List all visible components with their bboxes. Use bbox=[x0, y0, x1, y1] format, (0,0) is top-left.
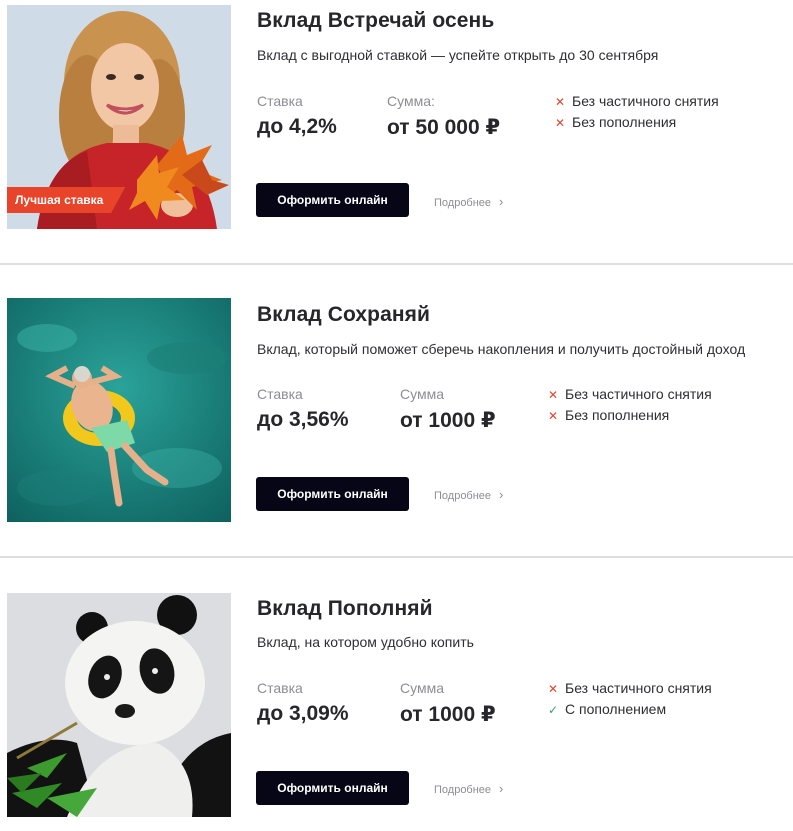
amount-label: Сумма bbox=[400, 386, 444, 402]
more-link[interactable]: Подробнее › bbox=[434, 781, 503, 796]
panda-bamboo-photo[interactable] bbox=[7, 593, 231, 817]
check-icon: ✓ bbox=[547, 703, 559, 717]
amount-value: от 1000 ₽ bbox=[400, 703, 496, 726]
more-label[interactable]: Подробнее bbox=[434, 490, 491, 502]
cross-icon: ✕ bbox=[547, 388, 559, 402]
more-label[interactable]: Подробнее bbox=[434, 784, 491, 796]
feature-item: ✓ С пополнением bbox=[547, 701, 666, 717]
deposit-description: Вклад, который поможет сберечь накоплени… bbox=[257, 341, 746, 357]
feature-text: С пополнением bbox=[565, 701, 667, 717]
feature-text: Без пополнения bbox=[572, 114, 677, 130]
deposit-card-save: Вклад Сохраняй Вклад, который поможет сб… bbox=[0, 265, 793, 555]
rate-label: Ставка bbox=[257, 680, 303, 696]
more-link[interactable]: Подробнее › bbox=[434, 194, 503, 209]
deposit-card-replenish: Вклад Пополняй Вклад, на котором удобно … bbox=[0, 558, 793, 831]
feature-text: Без пополнения bbox=[565, 407, 670, 423]
amount-label: Сумма: bbox=[387, 93, 435, 109]
man-floating-sea-photo[interactable] bbox=[7, 298, 231, 522]
rate-value: до 3,56% bbox=[257, 408, 349, 431]
woman-autumn-leaves-photo[interactable]: Лучшая ставка bbox=[7, 5, 231, 229]
feature-item: ✕ Без пополнения bbox=[547, 407, 669, 423]
amount-value: от 50 000 ₽ bbox=[387, 116, 501, 139]
feature-item: ✕ Без пополнения bbox=[554, 114, 676, 130]
deposit-title[interactable]: Вклад Встречай осень bbox=[257, 9, 494, 33]
rate-label: Ставка bbox=[257, 93, 303, 109]
amount-label: Сумма bbox=[400, 680, 444, 696]
chevron-right-icon: › bbox=[499, 194, 504, 209]
apply-online-button[interactable]: Оформить онлайн bbox=[256, 183, 409, 217]
cross-icon: ✕ bbox=[554, 116, 566, 130]
cross-icon: ✕ bbox=[554, 95, 566, 109]
chevron-right-icon: › bbox=[499, 487, 504, 502]
rate-value: до 3,09% bbox=[257, 702, 349, 725]
feature-text: Без частичного снятия bbox=[565, 680, 712, 696]
feature-text: Без частичного снятия bbox=[572, 93, 719, 109]
chevron-right-icon: › bbox=[499, 781, 504, 796]
cross-icon: ✕ bbox=[547, 682, 559, 696]
deposit-description: Вклад с выгодной ставкой — успейте откры… bbox=[257, 47, 659, 63]
rate-value: до 4,2% bbox=[257, 115, 337, 138]
deposit-title[interactable]: Вклад Сохраняй bbox=[257, 303, 430, 327]
deposit-card-autumn: Лучшая ставка Вклад Встречай осень Вклад… bbox=[0, 0, 793, 262]
cross-icon: ✕ bbox=[547, 409, 559, 423]
more-link[interactable]: Подробнее › bbox=[434, 487, 503, 502]
more-label[interactable]: Подробнее bbox=[434, 197, 491, 209]
apply-online-button[interactable]: Оформить онлайн bbox=[256, 477, 409, 511]
feature-item: ✕ Без частичного снятия bbox=[554, 93, 719, 109]
best-rate-badge: Лучшая ставка bbox=[7, 187, 126, 213]
feature-item: ✕ Без частичного снятия bbox=[547, 680, 712, 696]
feature-item: ✕ Без частичного снятия bbox=[547, 386, 712, 402]
deposit-title[interactable]: Вклад Пополняй bbox=[257, 597, 433, 621]
amount-value: от 1000 ₽ bbox=[400, 409, 496, 432]
deposit-description: Вклад, на котором удобно копить bbox=[257, 634, 474, 650]
apply-online-button[interactable]: Оформить онлайн bbox=[256, 771, 409, 805]
feature-text: Без частичного снятия bbox=[565, 386, 712, 402]
rate-label: Ставка bbox=[257, 386, 303, 402]
